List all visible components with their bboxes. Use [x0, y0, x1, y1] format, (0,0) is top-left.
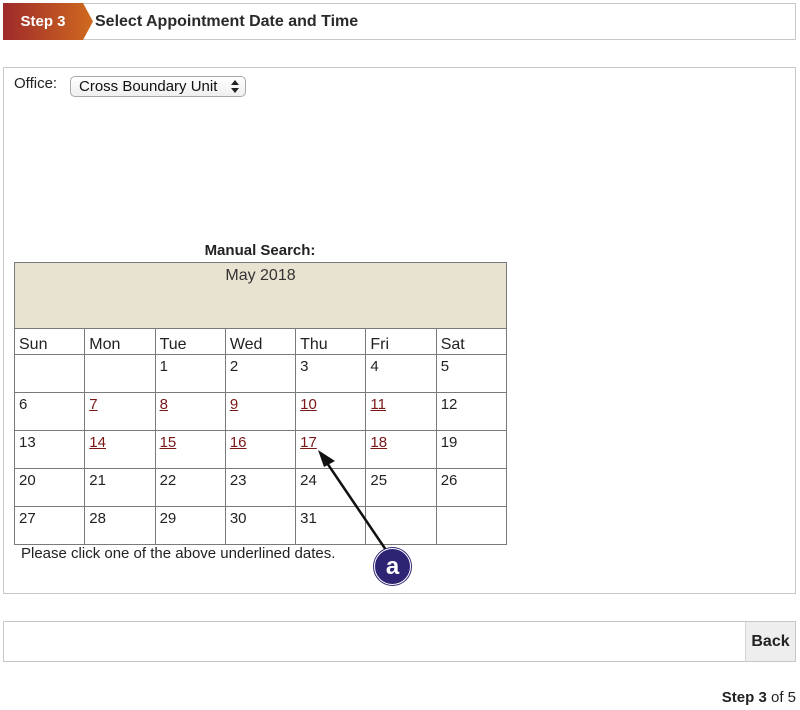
annotation-badge: a	[374, 548, 411, 585]
calendar-day-cell: 19	[435, 430, 508, 469]
calendar-instruction: Please click one of the above underlined…	[21, 545, 336, 562]
available-date-link[interactable]: 10	[300, 396, 317, 413]
calendar-day-cell: 29	[154, 506, 226, 545]
calendar-week: 12345	[13, 354, 508, 393]
available-date-link[interactable]: 9	[230, 396, 238, 413]
calendar-day-cell: 24	[295, 468, 367, 507]
step-badge-label: Step 3	[20, 13, 66, 30]
available-date-link[interactable]: 11	[370, 396, 386, 413]
calendar-week: 20 21 22 23 24 25 26	[13, 468, 508, 507]
calendar-day-cell	[435, 506, 508, 545]
calendar-day-cell	[13, 354, 86, 393]
calendar-day-cell[interactable]: 18	[365, 430, 437, 469]
calendar-day-cell	[84, 354, 156, 393]
calendar-day-cell: 28	[84, 506, 156, 545]
weekday-header: Thu	[295, 328, 367, 355]
step-header: Step 3 Select Appointment Date and Time	[3, 3, 796, 40]
step-progress-total: of 5	[766, 689, 796, 706]
available-date-link[interactable]: 15	[160, 434, 177, 451]
calendar-day-cell[interactable]: 10	[295, 392, 367, 431]
office-select-value: Cross Boundary Unit	[79, 78, 218, 95]
calendar-day-cell: 6	[13, 392, 86, 431]
calendar-day-cell[interactable]: 17	[295, 430, 367, 469]
select-arrows-icon	[231, 80, 239, 93]
available-date-link[interactable]: 7	[89, 396, 97, 413]
available-date-link[interactable]: 17	[300, 434, 317, 451]
calendar-day-cell: 20	[13, 468, 86, 507]
calendar-day-cell: 21	[84, 468, 156, 507]
calendar-day-cell: 4	[365, 354, 437, 393]
calendar-day-cell: 2	[224, 354, 297, 393]
manual-search-title: Manual Search:	[204, 242, 316, 259]
calendar-day-cell[interactable]: 7	[84, 392, 156, 431]
calendar-day-cell: 27	[13, 506, 86, 545]
calendar-day-cell: 1	[154, 354, 226, 393]
calendar-month: May 2018	[14, 262, 507, 329]
calendar-day-cell: 13	[13, 430, 86, 469]
calendar-week: 6 7 8 9 10 11 12	[13, 392, 508, 431]
appointment-panel: Office: Cross Boundary Unit Manual Searc…	[3, 67, 796, 594]
available-date-link[interactable]: 8	[160, 396, 168, 413]
step-badge: Step 3	[3, 3, 95, 40]
calendar-day-cell: 12	[435, 392, 508, 431]
calendar-day-cell[interactable]: 16	[224, 430, 297, 469]
calendar-day-cell[interactable]: 11	[365, 392, 437, 431]
step-progress-current: Step 3	[721, 689, 767, 706]
calendar-day-cell[interactable]: 9	[224, 392, 297, 431]
calendar-day-cell: 5	[435, 354, 508, 393]
calendar-day-cell: 25	[365, 468, 437, 507]
calendar-week: 27 28 29 30 31	[13, 506, 508, 545]
calendar-day-cell[interactable]: 15	[154, 430, 226, 469]
calendar-day-cell[interactable]: 14	[84, 430, 156, 469]
weekday-header: Wed	[224, 328, 297, 355]
available-date-link[interactable]: 16	[230, 434, 247, 451]
navigation-bar: Back	[3, 621, 796, 662]
weekday-header: Tue	[154, 328, 226, 355]
available-date-link[interactable]: 14	[89, 434, 106, 451]
back-button[interactable]: Back	[745, 622, 795, 661]
calendar-day-cell: 23	[224, 468, 297, 507]
calendar-day-cell: 30	[224, 506, 297, 545]
office-select[interactable]: Cross Boundary Unit	[70, 76, 246, 97]
weekday-header: Sat	[435, 328, 508, 355]
calendar-day-cell	[365, 506, 437, 545]
weekday-header: Fri	[365, 328, 437, 355]
calendar-day-cell[interactable]: 8	[154, 392, 226, 431]
weekday-header: Sun	[13, 328, 86, 355]
calendar-day-cell: 31	[295, 506, 367, 545]
available-date-link[interactable]: 18	[370, 434, 387, 451]
calendar: May 2018 Sun Mon Tue Wed Thu Fri Sat 123456789…	[13, 262, 508, 545]
calendar-week: 13 14 15 16 17 18 19	[13, 430, 508, 469]
calendar-day-cell: 26	[435, 468, 508, 507]
step-title: Select Appointment Date and Time	[95, 13, 359, 30]
calendar-day-cell: 3	[295, 354, 367, 393]
step-progress: Step 3 of 5	[722, 689, 796, 706]
calendar-day-cell: 22	[154, 468, 226, 507]
office-label: Office:	[14, 75, 58, 92]
weekday-header: Mon	[84, 328, 156, 355]
